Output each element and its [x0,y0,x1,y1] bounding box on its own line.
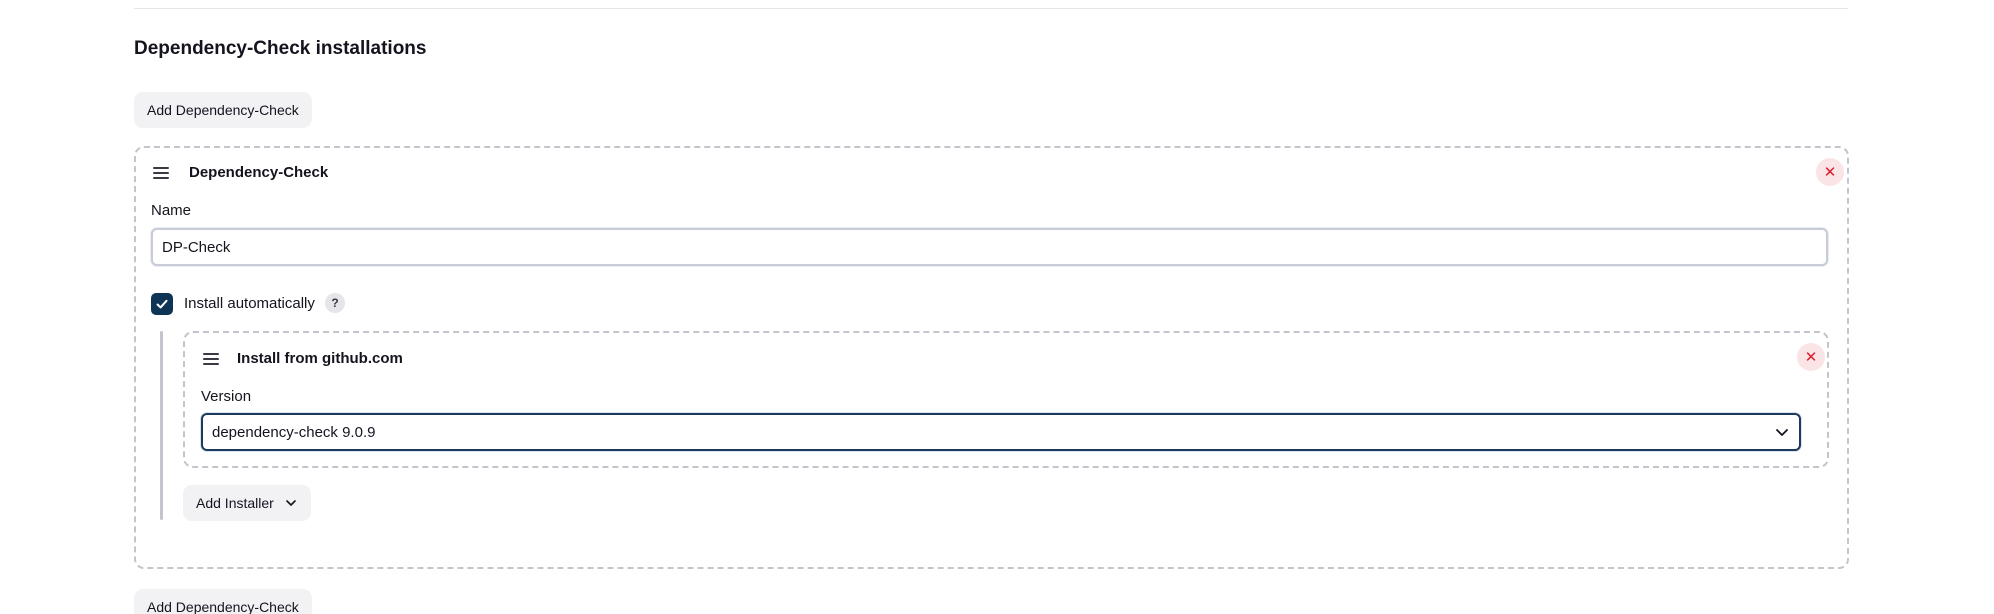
nested-indent-line [160,331,163,520]
version-select[interactable]: dependency-check 9.0.9 [201,413,1801,451]
drag-handle-icon[interactable] [153,167,169,179]
check-icon [156,299,168,309]
name-input[interactable] [151,228,1828,266]
tool-configuration-page: Dependency-Check installations Add Depen… [0,0,1994,614]
add-dependency-check-button[interactable]: Add Dependency-Check [134,92,312,128]
delete-installer-button[interactable]: ✕ [1797,343,1825,371]
install-automatically-checkbox[interactable] [151,293,173,315]
name-label: Name [151,202,192,219]
close-icon: ✕ [1804,348,1818,366]
add-installer-button[interactable]: Add Installer [183,485,311,521]
delete-installation-button[interactable]: ✕ [1816,158,1844,186]
installer-title: Install from github.com [237,350,403,367]
version-selected-value: dependency-check 9.0.9 [212,423,376,441]
install-automatically-label[interactable]: Install automatically [184,295,315,312]
help-icon[interactable]: ? [325,293,345,313]
chevron-down-icon [1776,429,1788,436]
version-label: Version [201,388,252,405]
drag-handle-icon[interactable] [203,353,219,365]
add-dependency-check-button-bottom[interactable]: Add Dependency-Check [134,589,312,614]
installation-title: Dependency-Check [189,164,329,181]
add-installer-label: Add Installer [196,495,274,511]
close-icon: ✕ [1823,163,1837,181]
section-title: Dependency-Check installations [134,38,427,59]
chevron-down-icon [286,500,296,506]
section-divider [134,8,1848,9]
